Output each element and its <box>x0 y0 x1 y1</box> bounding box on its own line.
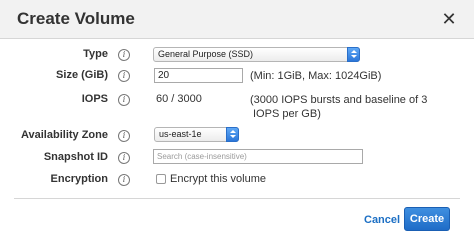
dialog-title: Create Volume <box>17 9 135 28</box>
footer-divider <box>14 198 460 199</box>
availability-zone-info-icon[interactable]: i <box>118 130 130 142</box>
size-input[interactable]: 20 <box>154 68 243 83</box>
snapshot-id-label: Snapshot ID <box>43 151 108 163</box>
snapshot-id-input[interactable]: Search (case-insensitive) <box>153 149 363 164</box>
dialog-header: Create Volume ✕ <box>0 0 474 39</box>
iops-info-icon[interactable]: i <box>118 94 130 106</box>
encryption-info-icon[interactable]: i <box>118 174 130 186</box>
iops-hint-line1: (3000 IOPS bursts and baseline of 3 <box>250 94 428 106</box>
cancel-button[interactable]: Cancel <box>364 214 400 226</box>
size-info-icon[interactable]: i <box>118 70 130 82</box>
type-select-value: General Purpose (SSD) <box>158 49 254 59</box>
create-button[interactable]: Create <box>404 207 450 231</box>
availability-zone-label: Availability Zone <box>20 129 108 141</box>
size-hint: (Min: 1GiB, Max: 1024GiB) <box>250 70 382 82</box>
type-label: Type <box>83 48 108 60</box>
create-volume-dialog: Create Volume ✕ Type i General Purpose (… <box>0 0 474 241</box>
iops-value: 60 / 3000 <box>156 93 202 105</box>
select-arrows-icon <box>347 47 360 62</box>
size-label: Size (GiB) <box>56 69 108 81</box>
type-info-icon[interactable]: i <box>118 49 130 61</box>
availability-zone-value: us-east-1e <box>159 129 202 139</box>
iops-label: IOPS <box>81 93 108 105</box>
close-icon[interactable]: ✕ <box>438 8 460 30</box>
encryption-label: Encryption <box>50 173 108 185</box>
select-arrows-icon <box>226 127 239 142</box>
availability-zone-select[interactable]: us-east-1e <box>154 127 239 142</box>
encrypt-volume-checkbox[interactable] <box>156 174 166 184</box>
type-select[interactable]: General Purpose (SSD) <box>153 47 360 62</box>
iops-hint-line2: IOPS per GB) <box>253 108 321 120</box>
encrypt-volume-label[interactable]: Encrypt this volume <box>170 173 266 186</box>
snapshot-id-info-icon[interactable]: i <box>118 152 130 164</box>
